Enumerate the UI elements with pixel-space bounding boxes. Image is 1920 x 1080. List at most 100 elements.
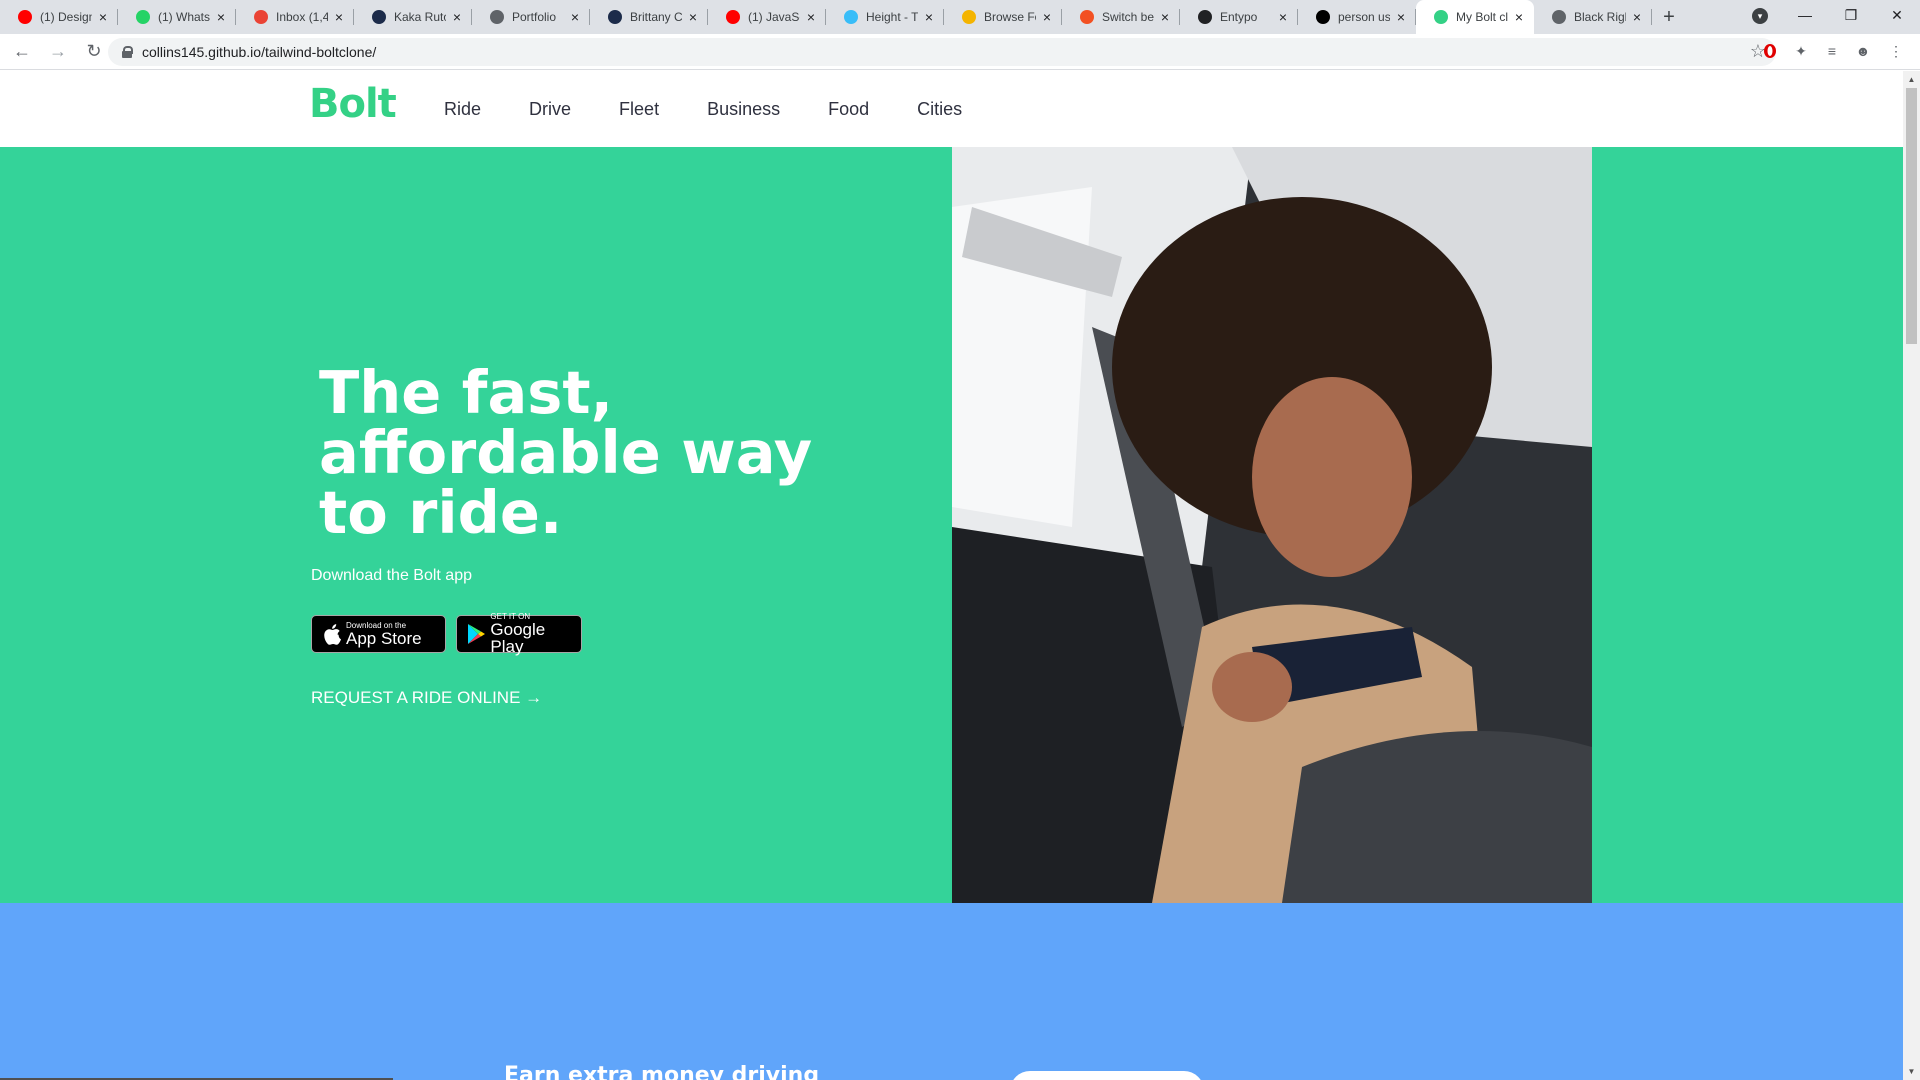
drive-section: Earn extra money driving — [0, 903, 1903, 1080]
fonts-icon — [962, 10, 976, 24]
tab-close-icon[interactable]: × — [1158, 9, 1172, 25]
nav-ride[interactable]: Ride — [444, 99, 481, 120]
tab-title: (1) Design — [40, 10, 92, 24]
browser-tab[interactable]: Brittany C × — [590, 0, 708, 34]
reading-list-icon[interactable]: ≡ — [1822, 41, 1842, 61]
entypo-icon — [1198, 10, 1212, 24]
bootstrap-icon — [608, 10, 622, 24]
browser-tab[interactable]: Portfolio × — [472, 0, 590, 34]
nav-business[interactable]: Business — [707, 99, 780, 120]
youtube-icon — [726, 10, 740, 24]
google-play-button[interactable]: GET IT ON Google Play — [456, 613, 582, 656]
nav-food[interactable]: Food — [828, 99, 869, 120]
browser-tab[interactable]: person us × — [1298, 0, 1416, 34]
apple-icon — [318, 623, 346, 645]
opera-extension-icon[interactable] — [1760, 41, 1780, 61]
tab-title: Height - T — [866, 10, 918, 24]
address-bar[interactable]: collins145.github.io/tailwind-boltclone/… — [108, 38, 1776, 66]
whatsapp-icon — [136, 10, 150, 24]
tab-close-icon[interactable]: × — [686, 9, 700, 25]
hero-photo-woman-in-car — [952, 147, 1592, 903]
browser-tab[interactable]: (1) JavaSc × — [708, 0, 826, 34]
tailwind-icon — [844, 10, 858, 24]
reload-icon[interactable]: ↻ — [80, 38, 108, 66]
tab-close-icon[interactable]: × — [1276, 9, 1290, 25]
browser-tabbar: (1) Design×(1) WhatsApp×Inbox (1,4×Kaka … — [0, 0, 1920, 34]
new-tab-icon[interactable]: + — [1652, 0, 1686, 34]
browser-tab[interactable]: Height - T × — [826, 0, 944, 34]
tab-title: Black Righ — [1574, 10, 1626, 24]
tab-title: (1) WhatsApp — [158, 10, 210, 24]
tab-close-icon[interactable]: × — [450, 9, 464, 25]
browser-tab[interactable]: Switch be × — [1062, 0, 1180, 34]
browser-toolbar: ← → ↻ collins145.github.io/tailwind-bolt… — [0, 34, 1920, 70]
browser-tab[interactable]: Entypo × — [1180, 0, 1298, 34]
site-header: Bolt Ride Drive Fleet Business Food Citi… — [0, 71, 1903, 147]
back-icon[interactable]: ← — [8, 38, 36, 66]
profile-avatar-icon[interactable]: ☻ — [1853, 41, 1873, 61]
tab-close-icon[interactable]: × — [804, 9, 818, 25]
main-nav: Ride Drive Fleet Business Food Cities — [444, 99, 1010, 120]
microsoft-icon — [1080, 10, 1094, 24]
nav-drive[interactable]: Drive — [529, 99, 571, 120]
download-label: Download the Bolt app — [311, 567, 472, 584]
scroll-up-icon[interactable]: ▲ — [1907, 75, 1916, 84]
browser-tab[interactable]: (1) Design × — [0, 0, 118, 34]
bolt-icon — [1434, 10, 1448, 24]
globe-icon — [1552, 10, 1566, 24]
google-play-big-text: Google Play — [490, 620, 546, 656]
forward-icon[interactable]: → — [44, 38, 72, 66]
lock-icon — [122, 46, 133, 58]
menu-kebab-icon[interactable]: ⋮ — [1886, 41, 1906, 61]
unsplash-icon — [1316, 10, 1330, 24]
browser-tab[interactable]: My Bolt cl × — [1416, 0, 1534, 34]
tab-title: Brittany C — [630, 10, 682, 24]
tab-title: Switch be — [1102, 10, 1154, 24]
bootstrap-icon — [372, 10, 386, 24]
drive-section-button[interactable] — [1010, 1071, 1204, 1080]
tab-close-icon[interactable]: × — [1040, 9, 1054, 25]
tab-close-icon[interactable]: × — [1630, 9, 1644, 25]
tab-title: Entypo — [1220, 10, 1258, 24]
tab-search-icon[interactable]: ▾ — [1752, 8, 1768, 24]
tab-close-icon[interactable]: × — [1394, 9, 1408, 25]
hero-headline: The fast, affordable way to ride. — [319, 358, 813, 547]
hero-section: The fast, affordable way to ride. Downlo… — [0, 147, 1903, 903]
window-controls: — ❐ ✕ — [1782, 0, 1920, 30]
drive-section-heading: Earn extra money driving — [504, 1063, 820, 1080]
google-play-icon — [463, 623, 490, 645]
browser-tab[interactable]: Browse Fo × — [944, 0, 1062, 34]
request-ride-link[interactable]: REQUEST A RIDE ONLINE → — [311, 688, 542, 708]
scroll-thumb[interactable] — [1906, 88, 1917, 344]
browser-tab[interactable]: Kaka Ruto × — [354, 0, 472, 34]
restore-icon[interactable]: ❐ — [1828, 7, 1874, 24]
scroll-down-icon[interactable]: ▼ — [1907, 1067, 1916, 1076]
tab-title: Kaka Ruto — [394, 10, 446, 24]
nav-fleet[interactable]: Fleet — [619, 99, 659, 120]
bolt-logo[interactable]: Bolt — [309, 81, 397, 127]
nav-cities[interactable]: Cities — [917, 99, 962, 120]
browser-tab[interactable]: Inbox (1,4 × — [236, 0, 354, 34]
tab-close-icon[interactable]: × — [1512, 9, 1526, 25]
minimize-icon[interactable]: — — [1782, 7, 1828, 23]
tab-title: Portfolio — [512, 10, 557, 24]
tab-title: person us — [1338, 10, 1390, 24]
tab-close-icon[interactable]: × — [568, 9, 582, 25]
browser-tab[interactable]: Black Righ × — [1534, 0, 1652, 34]
tab-close-icon[interactable]: × — [332, 9, 346, 25]
tab-close-icon[interactable]: × — [96, 9, 110, 25]
tab-title: (1) JavaSc — [748, 10, 800, 24]
tab-title: My Bolt cl — [1456, 10, 1508, 24]
tab-title: Inbox (1,4 — [276, 10, 328, 24]
close-window-icon[interactable]: ✕ — [1874, 7, 1920, 24]
extensions-puzzle-icon[interactable]: ✦ — [1791, 41, 1811, 61]
youtube-icon — [18, 10, 32, 24]
gmail-icon — [254, 10, 268, 24]
app-store-button[interactable]: Download on the App Store — [311, 615, 446, 653]
browser-tab[interactable]: (1) WhatsApp × — [118, 0, 236, 34]
page-viewport: Bolt Ride Drive Fleet Business Food Citi… — [0, 71, 1903, 1080]
url-text: collins145.github.io/tailwind-boltclone/ — [142, 44, 377, 60]
page-scrollbar[interactable]: ▲ ▼ — [1903, 71, 1920, 1080]
tab-close-icon[interactable]: × — [214, 9, 228, 25]
tab-close-icon[interactable]: × — [922, 9, 936, 25]
